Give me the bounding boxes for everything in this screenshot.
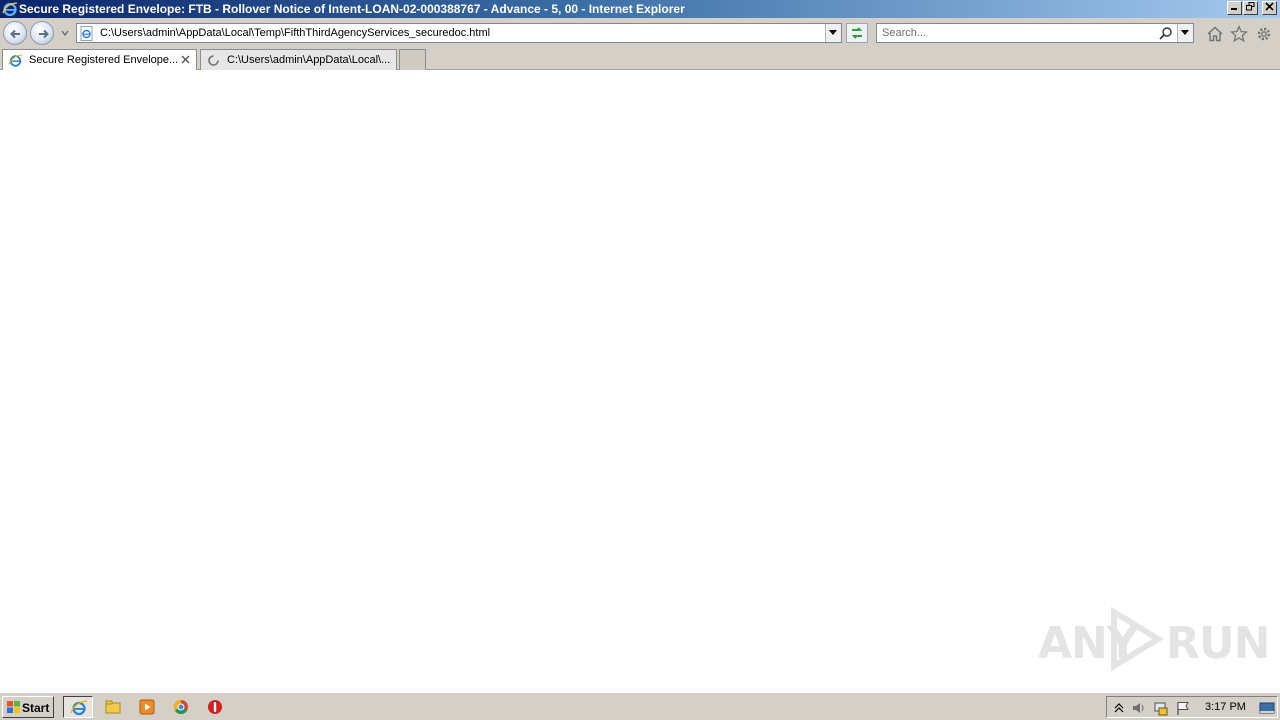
close-button[interactable]: [1262, 1, 1277, 15]
media-player-icon: [139, 699, 155, 715]
refresh-icon: [851, 27, 863, 39]
chrome-icon: [174, 700, 188, 714]
address-bar[interactable]: C:\Users\admin\AppData\Local\Temp\FifthT…: [76, 23, 842, 43]
tab-label: C:\Users\admin\AppData\Local\...: [227, 54, 391, 66]
system-tray: 3:17 PM: [1106, 696, 1278, 718]
address-url[interactable]: C:\Users\admin\AppData\Local\Temp\FifthT…: [100, 27, 490, 39]
action-center-flag-icon[interactable]: [1175, 700, 1191, 716]
taskbar-chrome[interactable]: [166, 696, 196, 718]
forward-icon: [39, 29, 49, 39]
search-icon[interactable]: [1158, 26, 1173, 41]
taskbar-file-explorer[interactable]: [98, 696, 128, 718]
tab-bar: Secure Registered Envelope... C:\Users\a…: [0, 48, 1280, 70]
watermark-text-right: RUN: [1166, 618, 1270, 669]
favorites-star-icon[interactable]: [1230, 25, 1248, 43]
ie-page-icon: [8, 54, 23, 67]
history-dropdown-icon[interactable]: [60, 28, 70, 38]
internet-explorer-icon: [70, 700, 88, 716]
close-icon: [1265, 2, 1274, 11]
forward-button[interactable]: [30, 21, 54, 45]
chevron-down-icon: [1181, 30, 1189, 35]
tab-secure-envelope[interactable]: Secure Registered Envelope...: [2, 49, 197, 70]
home-icon[interactable]: [1206, 25, 1224, 43]
taskbar-media-player[interactable]: [132, 696, 162, 718]
taskbar: Start 3:17 PM: [0, 692, 1280, 720]
show-hidden-icons-icon[interactable]: [1111, 700, 1127, 716]
search-box[interactable]: Search...: [876, 23, 1194, 43]
taskbar-internet-explorer[interactable]: [63, 696, 93, 718]
loading-spinner-icon: [208, 55, 219, 66]
windows-logo-icon: [7, 701, 20, 713]
minimize-icon: [1231, 8, 1237, 10]
start-label: Start: [22, 701, 50, 715]
system-clock[interactable]: 3:17 PM: [1205, 701, 1246, 713]
ie-logo-icon: [2, 2, 18, 17]
new-tab-button[interactable]: [399, 49, 426, 70]
show-desktop-icon[interactable]: [1259, 700, 1275, 716]
address-dropdown-button[interactable]: [825, 24, 841, 42]
page-content: [0, 71, 1280, 691]
tab-local-file[interactable]: C:\Users\admin\AppData\Local\...: [200, 49, 397, 70]
network-icon[interactable]: [1153, 700, 1169, 716]
anyrun-watermark: ANY RUN: [1036, 606, 1270, 672]
file-explorer-icon: [105, 700, 121, 714]
back-icon: [10, 29, 20, 39]
taskbar-antivirus[interactable]: [200, 696, 230, 718]
settings-gear-icon[interactable]: [1255, 25, 1273, 43]
play-logo-icon: [1111, 606, 1164, 672]
navigation-bar: C:\Users\admin\AppData\Local\Temp\FifthT…: [0, 18, 1280, 48]
antivirus-icon: [208, 700, 222, 714]
browser-window: Secure Registered Envelope: FTB - Rollov…: [0, 0, 1280, 720]
start-button[interactable]: Start: [2, 696, 54, 718]
restore-icon: [1246, 2, 1255, 11]
chevron-down-icon: [829, 30, 837, 35]
volume-icon[interactable]: [1131, 700, 1147, 716]
page-ie-icon: [80, 26, 93, 41]
tab-label: Secure Registered Envelope...: [29, 54, 179, 66]
minimize-button[interactable]: [1227, 1, 1242, 15]
search-placeholder: Search...: [882, 27, 927, 39]
back-button[interactable]: [3, 21, 27, 45]
title-bar: Secure Registered Envelope: FTB - Rollov…: [0, 0, 1280, 18]
close-tab-icon[interactable]: [180, 54, 191, 65]
restore-button[interactable]: [1243, 1, 1258, 15]
refresh-button[interactable]: [846, 23, 868, 43]
search-dropdown-button[interactable]: [1177, 24, 1193, 42]
window-title: Secure Registered Envelope: FTB - Rollov…: [19, 2, 685, 16]
